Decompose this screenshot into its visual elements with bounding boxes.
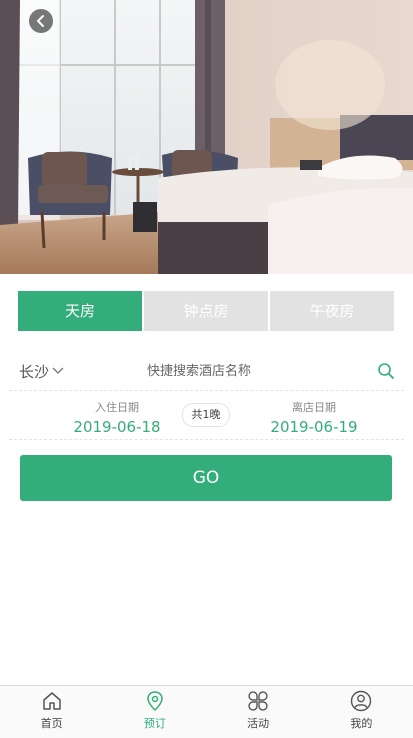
checkin-date-picker[interactable]: 入住日期 2019-06-18 [47, 391, 187, 436]
room-type-tabs: 天房 钟点房 午夜房 [18, 291, 394, 331]
nav-item-home[interactable]: 首页 [0, 686, 103, 738]
nav-item-activities[interactable]: 活动 [207, 686, 310, 738]
hotel-room-photo [0, 0, 413, 274]
date-row: 入住日期 2019-06-18 共1晚 离店日期 2019-06-19 [9, 391, 404, 440]
city-selector[interactable]: 长沙 [19, 352, 64, 390]
nav-item-booking[interactable]: 预订 [103, 686, 206, 738]
tab-hourly-room[interactable]: 钟点房 [144, 291, 268, 331]
user-icon [350, 690, 372, 712]
hotel-room-illustration [0, 0, 413, 274]
checkout-date: 2019-06-19 [270, 418, 358, 436]
checkout-label: 离店日期 [292, 401, 336, 414]
nav-label: 首页 [40, 717, 63, 730]
search-icon[interactable] [377, 362, 395, 380]
chevron-down-icon [52, 367, 64, 375]
home-icon [41, 690, 63, 712]
clover-icon [247, 690, 269, 712]
search-row: 长沙 [9, 352, 404, 391]
tab-midnight-room[interactable]: 午夜房 [270, 291, 394, 331]
hotel-search-input[interactable] [147, 359, 357, 383]
location-pin-icon [144, 690, 166, 712]
checkin-label: 入住日期 [95, 401, 139, 414]
nights-badge: 共1晚 [182, 403, 230, 427]
tab-day-room[interactable]: 天房 [18, 291, 142, 331]
bottom-nav: 首页 预订 活动 我的 [0, 685, 413, 738]
checkout-date-picker[interactable]: 离店日期 2019-06-19 [244, 391, 384, 436]
city-label: 长沙 [19, 362, 50, 381]
nav-label: 预订 [143, 717, 166, 730]
chevron-left-icon [37, 15, 44, 27]
nav-label: 活动 [247, 717, 270, 730]
back-button[interactable] [29, 9, 53, 33]
checkin-date: 2019-06-18 [73, 418, 161, 436]
nav-item-profile[interactable]: 我的 [310, 686, 413, 738]
go-button[interactable]: GO [20, 455, 392, 501]
nav-label: 我的 [350, 717, 373, 730]
